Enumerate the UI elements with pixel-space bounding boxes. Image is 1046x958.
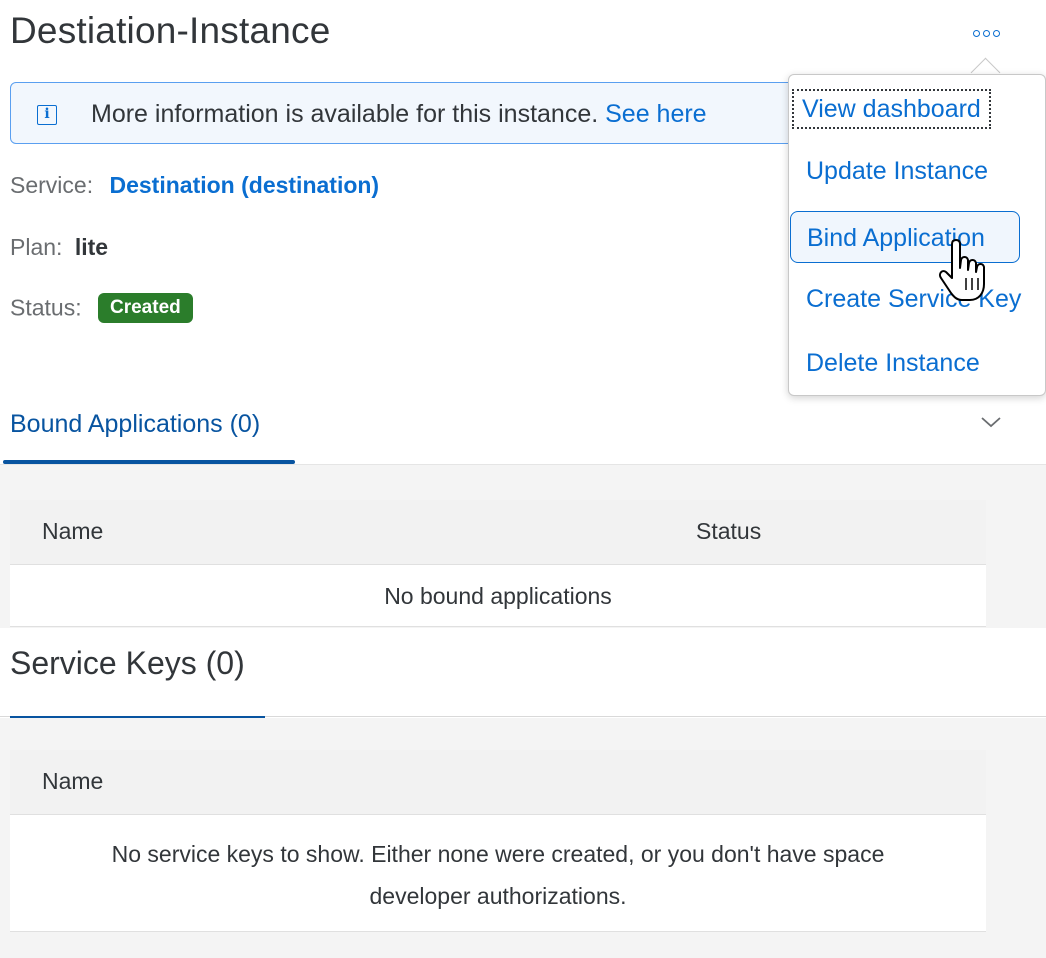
service-keys-table: Name No service keys to show. Either non… xyxy=(10,750,986,932)
menu-item-create-service-key[interactable]: Create Service Key xyxy=(789,285,1021,314)
status-label: Status: xyxy=(10,294,82,321)
see-here-link[interactable]: See here xyxy=(605,100,706,128)
service-keys-title: Service Keys (0) xyxy=(10,645,245,681)
tab-bound-applications[interactable]: Bound Applications (0) xyxy=(10,410,260,439)
bound-applications-table: Name Status No bound applications xyxy=(10,500,986,627)
chevron-down-icon[interactable] xyxy=(980,414,1002,430)
column-name[interactable]: Name xyxy=(42,518,103,545)
info-icon: i xyxy=(37,105,57,125)
service-link[interactable]: Destination (destination) xyxy=(109,172,379,198)
service-label: Service: xyxy=(10,172,94,198)
table-header: Name xyxy=(10,750,986,815)
info-message: More information is available for this i… xyxy=(91,100,707,129)
info-message-text: More information is available for this i… xyxy=(91,100,606,128)
column-name[interactable]: Name xyxy=(42,768,103,795)
menu-item-update-instance[interactable]: Update Instance xyxy=(789,157,988,186)
no-data-message: No service keys to show. Either none wer… xyxy=(10,815,986,932)
page-title: Destiation-Instance xyxy=(10,10,331,51)
plan-value: lite xyxy=(74,234,109,260)
menu-item-bind-application[interactable]: Bind Application xyxy=(790,211,1020,263)
actions-menu: View dashboard Update Instance Bind Appl… xyxy=(788,74,1046,396)
menu-item-view-dashboard[interactable]: View dashboard xyxy=(792,89,991,129)
table-header: Name Status xyxy=(10,500,986,565)
overflow-dots-icon xyxy=(972,29,1000,37)
plan-label: Plan: xyxy=(10,234,63,260)
no-data-line: No service keys to show. Either none wer… xyxy=(111,841,885,867)
column-status[interactable]: Status xyxy=(696,518,761,545)
info-message-strip: i More information is available for this… xyxy=(10,82,890,144)
status-badge: Created xyxy=(98,293,193,323)
status-row: Status: Created xyxy=(10,293,193,323)
plan-row: Plan: lite xyxy=(10,234,108,261)
no-data-line: developer authorizations. xyxy=(369,883,627,909)
menu-item-delete-instance[interactable]: Delete Instance xyxy=(789,349,980,378)
no-data-message: No bound applications xyxy=(10,565,986,627)
section-underline xyxy=(10,716,265,718)
more-actions-button[interactable] xyxy=(963,18,1009,48)
service-row: Service: Destination (destination) xyxy=(10,172,379,199)
